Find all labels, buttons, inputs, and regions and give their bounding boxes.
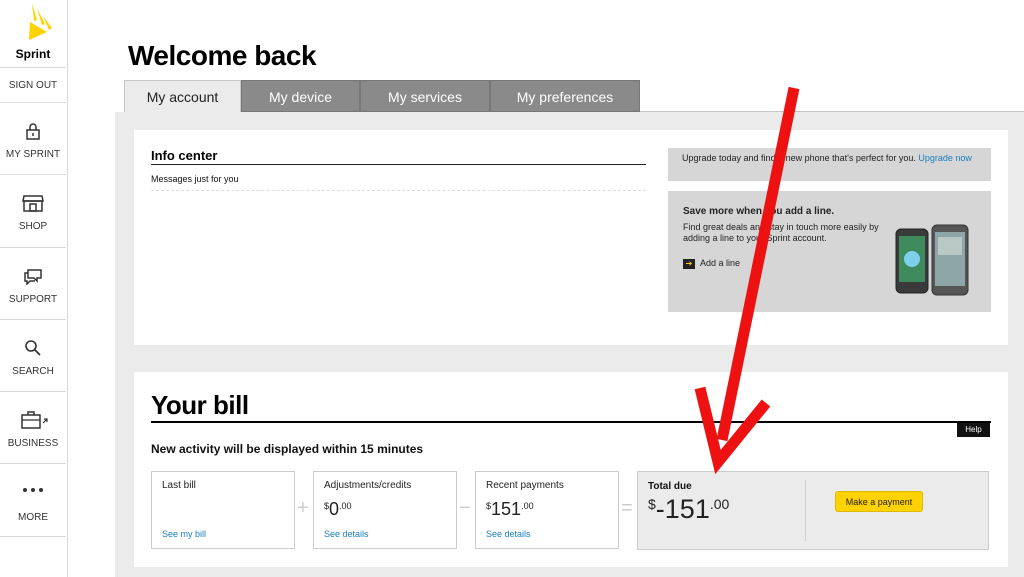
recent-payments-dollars: 151 [491,499,522,519]
bill-note: New activity will be displayed within 15… [151,442,424,456]
info-center-title: Info center [151,148,218,163]
adjustments-card: Adjustments/credits $0.00 See details [313,471,457,549]
lock-icon [26,123,40,140]
add-a-line-link[interactable]: ➔ Add a line [683,258,740,269]
adjustments-dollars: 0 [329,499,340,519]
more-icon [23,488,43,492]
info-center-message: Messages just for you [151,174,239,184]
chat-icon [24,269,42,285]
total-divider [805,480,806,541]
sidebar-item-label: SHOP [18,221,48,232]
sidebar-item-shop[interactable]: SHOP [0,174,66,247]
adjustments-amount: $0.00 [324,499,352,520]
store-icon [22,195,44,212]
sidebar-item-my-sprint[interactable]: MY SPRINT [0,102,66,174]
adjustments-see-details-link[interactable]: See details [324,529,369,539]
total-due-dollars: -151 [655,494,710,524]
sidebar-item-label: MORE [18,512,48,523]
plus-sign: + [297,497,309,519]
make-payment-button[interactable]: Make a payment [835,491,923,512]
total-due-amount: $-151.00 [648,494,729,525]
equals-sign: = [621,497,633,519]
info-center-divider [151,164,646,165]
info-center-dashed-divider [151,190,646,191]
help-button[interactable]: Help [957,423,990,437]
upgrade-promo: Upgrade today and find a new phone that'… [668,148,991,181]
bill-title: Your bill [151,390,249,420]
upgrade-now-link[interactable]: Upgrade now [918,153,972,163]
page-title: Welcome back [128,40,317,71]
adjustments-label: Adjustments/credits [324,480,412,491]
add-a-line-label: Add a line [700,258,741,268]
sidebar-item-support[interactable]: SUPPORT [0,247,66,319]
currency-symbol: $ [324,501,330,511]
add-line-promo-title: Save more when you add a line. [683,206,835,217]
minus-sign: − [459,497,471,519]
sprint-logo[interactable]: Sprint [0,0,66,66]
total-due-card: Total due $-151.00 Make a payment [637,471,989,550]
recent-payments-label: Recent payments [486,480,564,491]
see-my-bill-link[interactable]: See my bill [162,529,206,539]
search-icon [25,340,41,356]
tab-my-preferences[interactable]: My preferences [490,80,640,112]
sidebar-item-label: SUPPORT [8,294,58,305]
payments-see-details-link[interactable]: See details [486,529,531,539]
tab-my-services[interactable]: My services [360,80,490,112]
sidebar-item-business[interactable]: BUSINESS [0,391,66,463]
sidebar: Sprint SIGN OUT MY SPRINT SHOP SUPPORT S… [0,0,68,577]
logo-text: Sprint [15,47,51,61]
tab-my-device[interactable]: My device [241,80,360,112]
briefcase-icon [21,411,48,429]
total-due-label: Total due [648,481,692,492]
adjustments-cents: .00 [339,501,352,511]
tab-my-account[interactable]: My account [124,80,241,112]
phones-image [895,224,969,296]
add-line-promo-desc: Find great deals and stay in touch more … [683,222,879,243]
currency-symbol: $ [486,501,492,511]
bill-divider [151,421,991,423]
recent-payments-cents: .00 [521,501,534,511]
currency-symbol: $ [648,496,656,512]
sprint-logo-icon [29,3,52,40]
sidebar-item-search[interactable]: SEARCH [0,319,66,391]
add-line-promo: Save more when you add a line. Find grea… [668,191,991,312]
sign-out-button[interactable]: SIGN OUT [0,67,66,102]
sidebar-item-label: BUSINESS [7,438,59,449]
recent-payments-amount: $151.00 [486,499,534,520]
sign-out-label: SIGN OUT [8,80,58,91]
sidebar-item-more[interactable]: MORE [0,463,66,537]
arrow-right-icon: ➔ [683,258,695,269]
recent-payments-card: Recent payments $151.00 See details [475,471,619,549]
last-bill-label: Last bill [162,480,196,491]
sidebar-item-label: MY SPRINT [5,149,61,160]
total-due-cents: .00 [709,496,730,512]
sidebar-item-label: SEARCH [12,366,54,377]
last-bill-card: Last bill See my bill [151,471,295,549]
upgrade-promo-text: Upgrade today and find a new phone that'… [682,153,916,163]
